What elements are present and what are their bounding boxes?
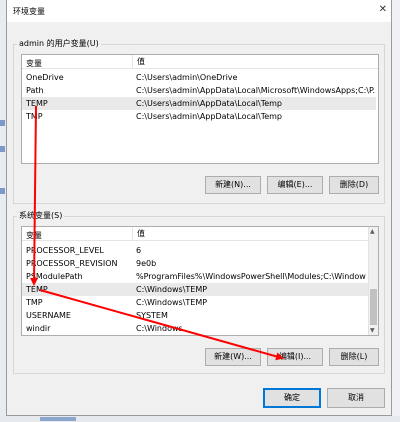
environment-variables-dialog: 环境变量 ✕ admin 的用户变量(U) 变量 值 OneDrive C:\U… — [6, 0, 392, 416]
variable-name: TEMP — [26, 285, 48, 294]
system-delete-button[interactable]: 删除(L) — [329, 348, 379, 366]
table-row[interactable]: TMP C:\Windows\TEMP — [22, 296, 370, 309]
variable-value: C:\Users\admin\AppData\Local\Temp — [136, 112, 283, 121]
variable-value: C:\Users\admin\OneDrive — [136, 73, 238, 82]
variable-name: PROCESSOR_REVISION — [26, 259, 118, 268]
scroll-down-icon[interactable]: ▼ — [370, 327, 375, 334]
user-new-button[interactable]: 新建(N)... — [205, 176, 261, 194]
column-header-value[interactable]: 值 — [132, 227, 145, 241]
table-row[interactable]: USERNAME SYSTEM — [22, 309, 370, 322]
user-edit-button[interactable]: 编辑(E)... — [267, 176, 323, 194]
system-variables-label: 系统变量(S) — [17, 210, 65, 221]
column-header-value[interactable]: 值 — [132, 55, 145, 69]
variable-value: 6 — [136, 246, 142, 255]
variable-name: PROCESSOR_LEVEL — [26, 246, 104, 255]
background-mark — [0, 188, 5, 194]
table-row[interactable]: PROCESSOR_LEVEL 6 — [22, 244, 370, 257]
variable-name: TMP — [26, 298, 43, 307]
background-mark — [0, 120, 5, 126]
table-row[interactable]: windir C:\Windows — [22, 322, 370, 335]
variable-name: PSModulePath — [26, 272, 83, 281]
background-window-edge — [391, 0, 400, 422]
user-variables-label: admin 的用户变量(U) — [17, 38, 101, 49]
scroll-up-icon[interactable]: ▲ — [370, 228, 375, 235]
close-icon[interactable]: ✕ — [379, 4, 387, 15]
background-mark — [0, 146, 5, 152]
ok-button[interactable]: 确定 — [263, 388, 321, 408]
variable-value: C:\Windows — [136, 324, 183, 333]
user-variables-list[interactable]: 变量 值 OneDrive C:\Users\admin\OneDrive Pa… — [21, 54, 379, 164]
system-new-button[interactable]: 新建(W)... — [205, 348, 261, 366]
variable-value: C:\Windows\TEMP — [136, 285, 208, 294]
table-row-selected[interactable]: TEMP C:\Windows\TEMP — [22, 283, 370, 296]
variable-name: windir — [26, 324, 51, 333]
system-variables-list[interactable]: 变量 值 PROCESSOR_LEVEL 6 PROCESSOR_REVISIO… — [21, 226, 379, 336]
variable-value: SYSTEM — [136, 311, 168, 320]
variable-name: USERNAME — [26, 311, 71, 320]
background-taskbar — [0, 416, 400, 422]
dialog-title: 环境变量 — [13, 7, 45, 16]
table-row[interactable]: Path C:\Users\admin\AppData\Local\Micros… — [22, 84, 378, 97]
background-chip — [40, 417, 76, 421]
list-header: 变量 值 — [22, 227, 378, 241]
variable-value: %ProgramFiles%\WindowsPowerShell\Modules… — [136, 272, 366, 281]
user-delete-button[interactable]: 删除(D) — [329, 176, 379, 194]
variable-value: 9e0b — [136, 259, 157, 268]
table-row-selected[interactable]: TEMP C:\Users\admin\AppData\Local\Temp — [22, 97, 376, 110]
table-row[interactable]: PROCESSOR_REVISION 9e0b — [22, 257, 370, 270]
column-header-variable[interactable]: 变量 — [26, 230, 42, 241]
column-header-variable[interactable]: 变量 — [26, 58, 42, 69]
variable-value: C:\Users\admin\AppData\Local\Temp — [136, 99, 283, 108]
variable-value: C:\Windows\TEMP — [136, 298, 208, 307]
variable-name: TEMP — [26, 99, 48, 108]
cancel-button[interactable]: 取消 — [327, 388, 385, 408]
vertical-scrollbar[interactable]: ▲ ▼ — [368, 227, 378, 335]
table-row[interactable]: OneDrive C:\Users\admin\OneDrive — [22, 71, 378, 84]
table-row[interactable]: PSModulePath %ProgramFiles%\WindowsPower… — [22, 270, 370, 283]
system-edit-button[interactable]: 编辑(I)... — [267, 348, 323, 366]
scrollbar-thumb[interactable] — [370, 289, 377, 325]
variable-value: C:\Users\admin\AppData\Local\Microsoft\W… — [136, 86, 376, 95]
table-row[interactable]: TMP C:\Users\admin\AppData\Local\Temp — [22, 110, 378, 123]
title-bar[interactable]: 环境变量 ✕ — [7, 0, 391, 22]
variable-name: TMP — [26, 112, 43, 121]
list-header: 变量 值 — [22, 55, 378, 69]
variable-name: OneDrive — [26, 73, 64, 82]
variable-name: Path — [26, 86, 44, 95]
